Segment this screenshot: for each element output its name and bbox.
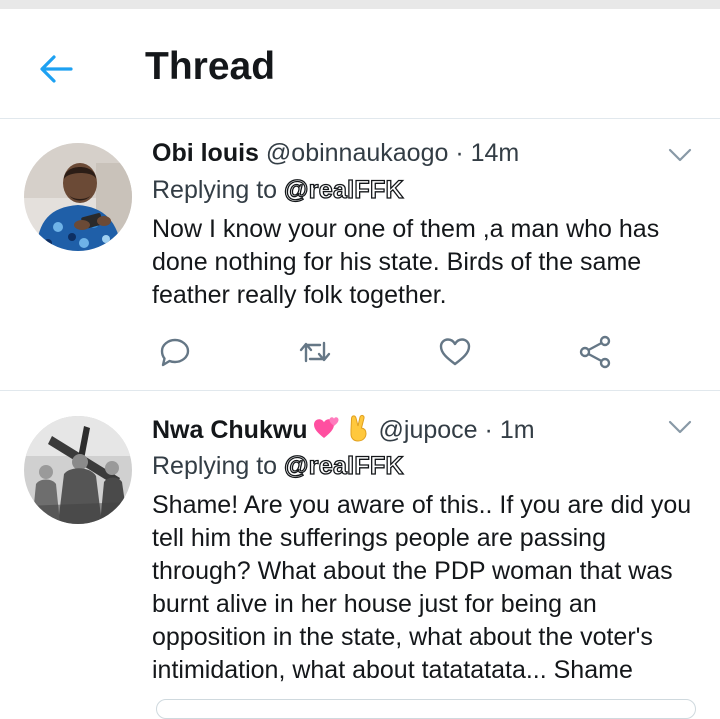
reply-icon [160,338,190,367]
display-name[interactable]: Nwa Chukwu [152,416,308,444]
retweet-button[interactable] [297,334,333,370]
page-title: Thread [145,45,276,88]
thread-header: Thread [0,9,720,119]
tweet-actions [157,334,617,370]
timestamp[interactable]: 14m [471,139,520,167]
tweet-text: Now I know your one of them ,a man who h… [152,213,697,312]
tweet-text: Shame! Are you aware of this.. If you ar… [152,489,697,687]
quoted-card-preview[interactable] [156,699,696,719]
tweet-header: Nwa Chukwu @jupoce · 1m [152,414,535,445]
separator: · [484,416,493,444]
separator: · [455,139,464,167]
two-hearts-emoji [313,417,339,438]
replying-to-line: Replying to @realFFK [152,175,404,205]
share-icon [579,335,611,369]
victory-hand-emoji [350,414,367,442]
back-button[interactable] [30,43,82,95]
avatar[interactable] [24,143,132,251]
user-handle[interactable]: @obinnaukaogo [266,139,448,167]
mention-link[interactable]: @realFFK [283,451,404,480]
tweet-text-line: feather really folk together. [152,281,447,309]
tweet-text-line: done nothing for his state. Birds of the… [152,248,642,276]
replying-prefix: Replying to [152,176,278,204]
arrow-left-icon [40,55,73,83]
retweet-icon [299,341,331,363]
tweet-text-line: Now I know your one of them ,a man who h… [152,215,660,243]
chevron-down-icon[interactable] [666,141,694,169]
mention-link[interactable]: @realFFK [283,175,404,204]
tweet-text-line: tell him the sufferings people are passi… [152,524,606,552]
share-button[interactable] [577,334,613,370]
tweet[interactable]: Nwa Chukwu @jupoce · 1m Replying to @rea… [0,391,720,719]
tweet-text-line: opposition in the state, what about the … [152,623,653,651]
heart-icon [439,338,471,366]
status-bar-strip [0,0,720,9]
reply-button[interactable] [157,334,193,370]
tweet-text-line: intimidation, what about tatatatata... S… [152,656,633,684]
replying-to-line: Replying to @realFFK [152,451,404,481]
avatar[interactable] [24,416,132,524]
like-button[interactable] [437,334,473,370]
user-handle[interactable]: @jupoce [379,416,478,444]
tweet-header: Obi louis @obinnaukaogo · 14m [152,138,519,168]
tweet-text-line: through? What about the PDP woman that w… [152,557,673,585]
tweet[interactable]: Obi louis @obinnaukaogo · 14m Replying t… [0,119,720,391]
replying-prefix: Replying to [152,452,278,480]
display-name[interactable]: Obi louis [152,139,259,167]
tweet-text-line: burnt alive in her house just for being … [152,590,597,618]
tweet-text-line: Shame! Are you aware of this.. If you ar… [152,491,692,519]
chevron-down-icon[interactable] [666,413,694,441]
timestamp[interactable]: 1m [500,416,535,444]
